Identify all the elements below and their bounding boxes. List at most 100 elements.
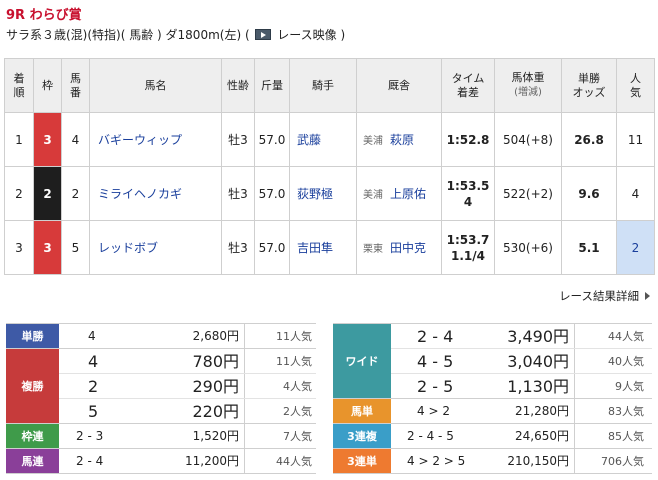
payout-row-wakuren: 枠連 2 - 3 1,520円 7人気 xyxy=(6,424,316,449)
header-body: 馬体重 (増減) xyxy=(494,58,562,113)
sexage-cell: 牡3 xyxy=(221,220,255,275)
payout-yen: 21,280円 xyxy=(515,404,569,418)
waku-cell: 2 xyxy=(33,166,62,221)
bet-type-label: 3連単 xyxy=(333,449,391,473)
race-conditions-close: ) xyxy=(340,28,346,42)
header-weight: 斤量 xyxy=(254,58,290,113)
trainer-area: 美浦 xyxy=(363,136,383,147)
bet-type-label: 馬単 xyxy=(333,399,391,423)
bet-type-label: ワイド xyxy=(333,324,391,398)
popularity-cell: 4 xyxy=(616,166,655,221)
payout-group-wide: ワイド 2 - 4 3,490円 44人気 4 - 5 3,040円 40人気 … xyxy=(333,324,652,399)
jockey-link[interactable]: 吉田隼 xyxy=(289,220,357,275)
payout-yen: 290円 xyxy=(192,377,239,396)
table-row: 1 3 4 バギーウィップ 牡3 57.0 武藤 美浦 萩原 1:52.8 504… xyxy=(4,112,655,167)
payout-yen: 1,130円 xyxy=(507,377,569,396)
weight-cell: 57.0 xyxy=(254,166,290,221)
trainer-cell: 美浦 萩原 xyxy=(356,112,442,167)
trainer-cell: 栗東 田中克 xyxy=(356,220,442,275)
rank-cell: 1 xyxy=(4,112,34,167)
body-weight-cell: 504(+8) xyxy=(494,112,562,167)
payout-popularity: 11人気 xyxy=(276,330,312,343)
payout-popularity: 44人気 xyxy=(608,330,644,343)
payout-popularity: 85人気 xyxy=(608,430,644,443)
time-cell: 1:53.5 4 xyxy=(441,166,495,221)
trainer-link[interactable]: 萩原 xyxy=(390,133,414,147)
horse-name-link[interactable]: ミライヘノカギ xyxy=(89,166,222,221)
payout-yen: 11,200円 xyxy=(185,454,239,468)
payout-combo: 4 xyxy=(88,352,99,371)
payout-combo: 2 - 4 xyxy=(417,327,454,346)
bet-type-label: 枠連 xyxy=(6,424,59,448)
bet-type-label: 単勝 xyxy=(6,324,59,348)
payout-yen: 780円 xyxy=(192,352,239,371)
umaban-cell: 5 xyxy=(61,220,90,275)
header-umaban: 馬番 xyxy=(61,58,90,113)
horse-name-link[interactable]: レッドボブ xyxy=(89,220,222,275)
payout-popularity: 706人気 xyxy=(601,455,644,468)
header-waku: 枠 xyxy=(33,58,62,113)
header-rank: 着順 xyxy=(4,58,34,113)
race-result-detail-label: レース結果詳細 xyxy=(559,289,639,303)
payout-popularity: 4人気 xyxy=(283,380,312,393)
rank-cell: 2 xyxy=(4,166,34,221)
popularity-cell: 11 xyxy=(616,112,655,167)
result-table: 着順 枠 馬番 馬名 性齢 斤量 騎手 厩舎 タイム 着差 馬体重 (増減) 単勝オ… xyxy=(4,58,655,275)
header-jockey: 騎手 xyxy=(289,58,357,113)
header-trainer: 厩舎 xyxy=(356,58,442,113)
payout-row-sanrenpuku: 3連複 2 - 4 - 5 24,650円 85人気 xyxy=(333,424,652,449)
payout-popularity: 83人気 xyxy=(608,405,644,418)
jockey-link[interactable]: 荻野極 xyxy=(289,166,357,221)
body-weight-cell: 530(+6) xyxy=(494,220,562,275)
payout-yen: 24,650円 xyxy=(515,429,569,443)
table-header-row: 着順 枠 馬番 馬名 性齢 斤量 騎手 厩舎 タイム 着差 馬体重 (増減) 単勝オ… xyxy=(4,58,655,113)
payout-yen: 3,490円 xyxy=(507,327,569,346)
bet-type-label: 馬連 xyxy=(6,449,59,473)
payout-popularity: 11人気 xyxy=(276,355,312,368)
payout-combo: 2 - 3 xyxy=(76,429,104,443)
trainer-link[interactable]: 田中克 xyxy=(390,241,426,255)
race-conditions-text: サラ系３歳(混)(特指)( 馬齢 ) ダ1800m(左) ( xyxy=(6,28,250,42)
sexage-cell: 牡3 xyxy=(221,112,255,167)
video-icon[interactable] xyxy=(255,29,272,40)
jockey-link[interactable]: 武藤 xyxy=(289,112,357,167)
trainer-cell: 美浦 上原佑 xyxy=(356,166,442,221)
payout-right: ワイド 2 - 4 3,490円 44人気 4 - 5 3,040円 40人気 … xyxy=(333,323,652,474)
payout-combo: 4 > 2 xyxy=(417,404,450,418)
trainer-link[interactable]: 上原佑 xyxy=(390,187,426,201)
payout-yen: 3,040円 xyxy=(507,352,569,371)
payout-yen: 220円 xyxy=(192,402,239,421)
odds-cell: 9.6 xyxy=(561,166,617,221)
payout-combo: 2 - 4 xyxy=(76,454,104,468)
payout-row-umatan: 馬単 4 > 2 21,280円 83人気 xyxy=(333,399,652,424)
payout-combo: 4 > 2 > 5 xyxy=(407,454,466,468)
race-result-detail-link[interactable]: レース結果詳細 xyxy=(559,288,650,304)
triangle-right-icon xyxy=(645,292,650,300)
waku-cell: 3 xyxy=(33,220,62,275)
horse-name-link[interactable]: バギーウィップ xyxy=(89,112,222,167)
trainer-area: 美浦 xyxy=(363,190,383,201)
table-row: 3 3 5 レッドボブ 牡3 57.0 吉田隼 栗東 田中克 1:53.7 1.1/… xyxy=(4,220,655,275)
header-sexage: 性齢 xyxy=(221,58,255,113)
race-video-link[interactable]: レース映像 xyxy=(277,28,336,42)
umaban-cell: 4 xyxy=(61,112,90,167)
payout-yen: 210,150円 xyxy=(507,454,569,468)
payout-row-sanrentan: 3連単 4 > 2 > 5 210,150円 706人気 xyxy=(333,449,652,474)
payout-group-fukusho: 複勝 4 780円 11人気 2 290円 4人気 5 220円 2人気 xyxy=(6,349,316,424)
payout-combo: 5 xyxy=(88,402,99,421)
rank-cell: 3 xyxy=(4,220,34,275)
time-cell: 1:52.8 xyxy=(441,112,495,167)
payout-popularity: 2人気 xyxy=(283,405,312,418)
header-time: タイム 着差 xyxy=(441,58,495,113)
odds-cell: 26.8 xyxy=(561,112,617,167)
bet-type-label: 複勝 xyxy=(6,349,59,423)
payout-popularity: 40人気 xyxy=(608,355,644,368)
payout-left: 単勝 4 2,680円 11人気 複勝 4 780円 11人気 2 290円 4… xyxy=(6,323,316,474)
payout-popularity: 9人気 xyxy=(615,380,644,393)
odds-cell: 5.1 xyxy=(561,220,617,275)
weight-cell: 57.0 xyxy=(254,220,290,275)
trainer-area: 栗東 xyxy=(363,244,383,255)
payout-row-umaren: 馬連 2 - 4 11,200円 44人気 xyxy=(6,449,316,474)
header-odds: 単勝 オッズ xyxy=(561,58,617,113)
time-cell: 1:53.7 1.1/4 xyxy=(441,220,495,275)
